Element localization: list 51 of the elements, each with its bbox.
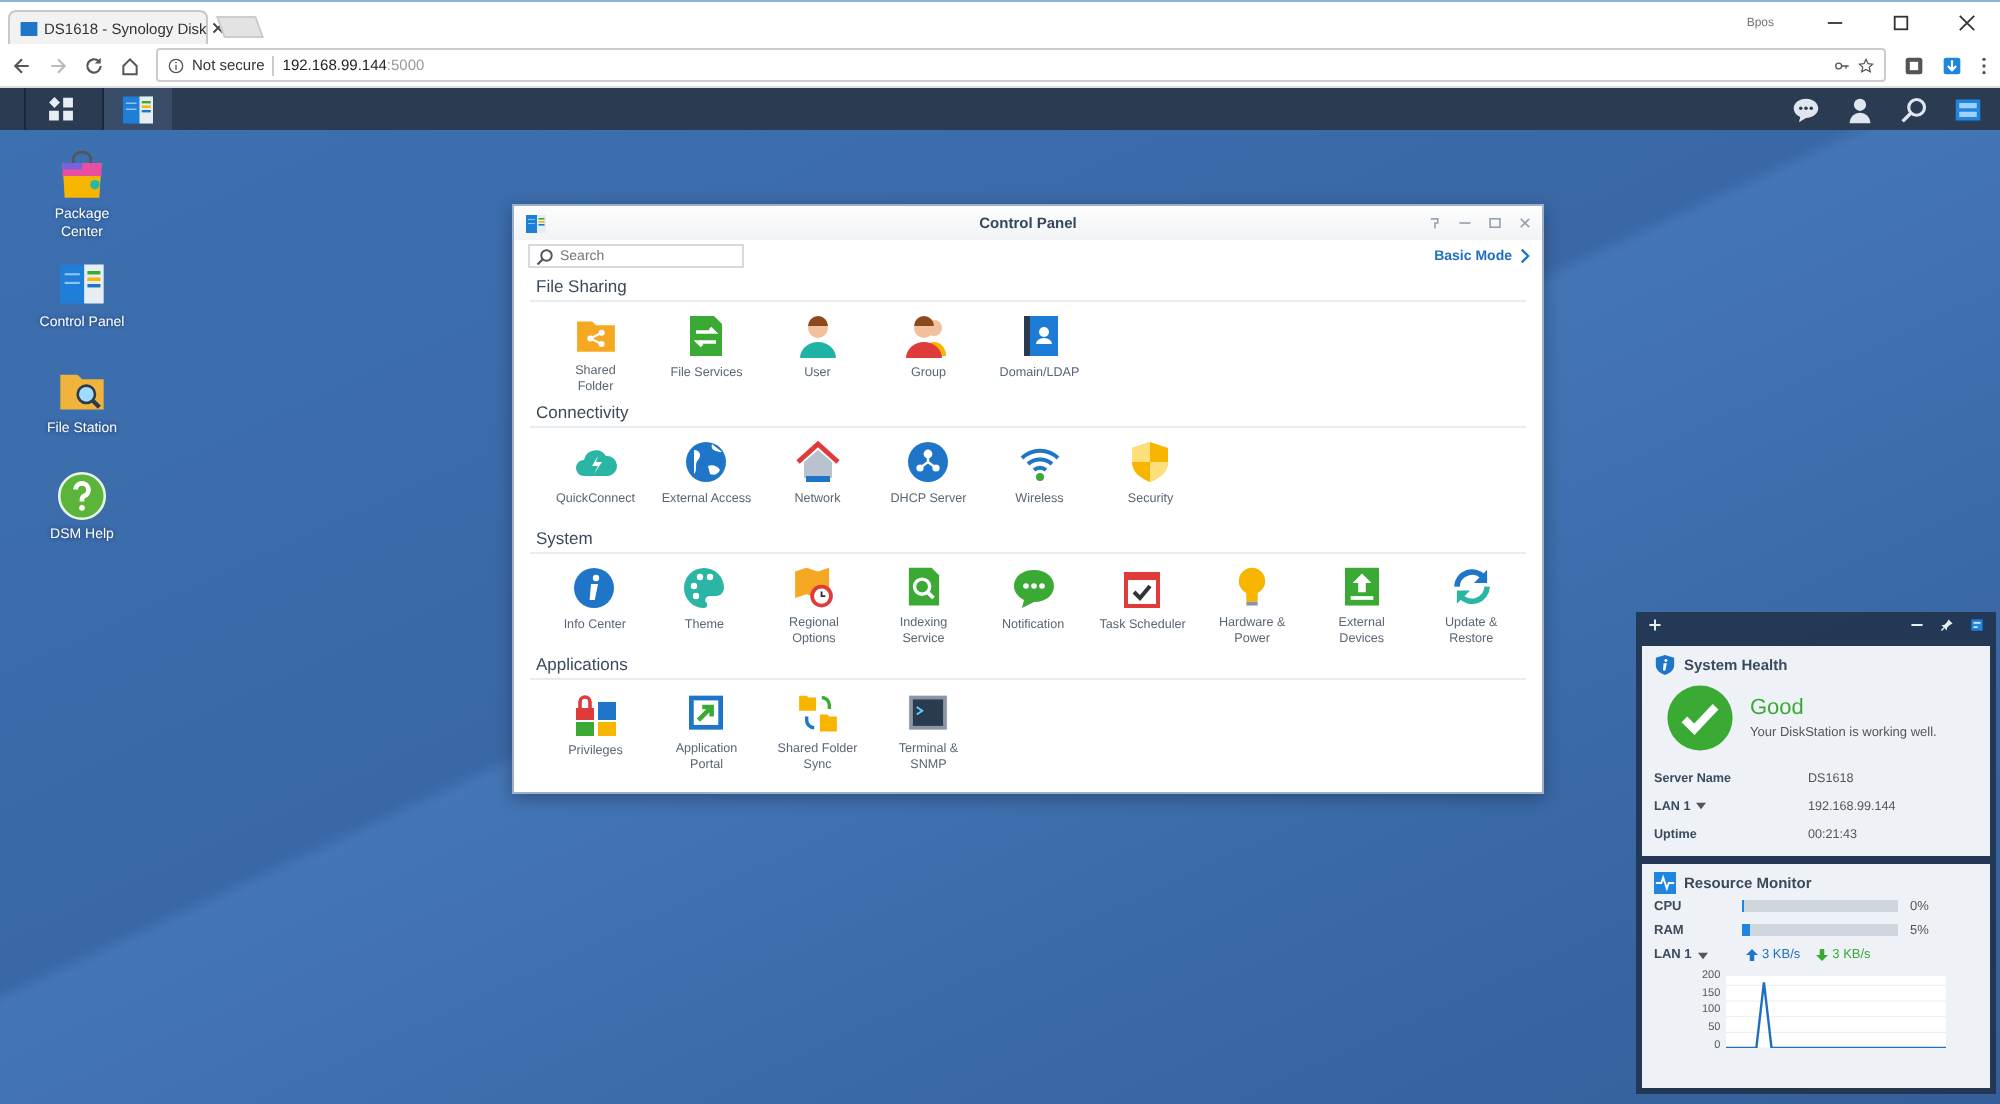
- info-icon: [570, 564, 619, 612]
- minimize-icon[interactable]: [1910, 618, 1924, 632]
- close-icon[interactable]: [212, 22, 225, 34]
- caret-icon[interactable]: [1697, 951, 1708, 959]
- panel-icon[interactable]: [1970, 618, 1984, 632]
- back-icon[interactable]: [12, 55, 32, 75]
- user-icon[interactable]: [1846, 95, 1874, 123]
- globe-icon: [682, 438, 731, 486]
- widgets-icon[interactable]: [1954, 95, 1982, 123]
- health-status: Good: [1750, 696, 1806, 720]
- new-tab-button[interactable]: [216, 16, 264, 38]
- chevron-icon: [1520, 248, 1530, 264]
- pin-icon[interactable]: [1940, 618, 1954, 632]
- info-icon[interactable]: [168, 57, 184, 73]
- star-icon[interactable]: [1858, 57, 1874, 73]
- section-heading: File Sharing: [530, 270, 1526, 302]
- terminal-icon: [904, 690, 953, 736]
- close-icon[interactable]: [1958, 14, 1976, 32]
- network-node-icon: [904, 438, 953, 486]
- search-icon[interactable]: [1900, 95, 1928, 123]
- extension-icon[interactable]: [1904, 55, 1924, 75]
- section-heading: System: [530, 522, 1526, 554]
- house-icon: [793, 438, 842, 486]
- key-icon[interactable]: [1834, 57, 1850, 73]
- search-icon: [536, 247, 554, 265]
- site-icon: [20, 21, 38, 35]
- menu-icon[interactable]: [1980, 55, 1988, 75]
- reload-icon[interactable]: [84, 55, 104, 75]
- home-icon[interactable]: [120, 55, 140, 75]
- help-icon: [56, 469, 108, 521]
- download-icon[interactable]: [1942, 55, 1962, 75]
- maximize-icon[interactable]: [1892, 14, 1910, 32]
- folder-sync-icon: [793, 690, 842, 736]
- map-clock-icon: [789, 564, 838, 610]
- palette-icon: [680, 564, 729, 612]
- check-circle-icon: [1666, 684, 1734, 752]
- info-icon: [1654, 654, 1676, 676]
- control-panel-icon: [120, 91, 156, 127]
- up-arrow-icon: [1746, 948, 1758, 962]
- chat-bubble-icon[interactable]: [1792, 95, 1820, 123]
- grid-icon: [47, 96, 73, 122]
- caret-icon[interactable]: [1696, 802, 1707, 810]
- add-icon[interactable]: [1648, 618, 1662, 632]
- control-panel-taskbar-button[interactable]: [102, 88, 172, 130]
- control-panel-icon: [524, 211, 548, 235]
- chat-bubble-icon: [1009, 564, 1058, 612]
- pulse-icon: [1654, 872, 1676, 894]
- section-heading: Connectivity: [530, 396, 1526, 428]
- section-heading: Applications: [530, 648, 1526, 680]
- lock-grid-icon: [571, 690, 620, 738]
- down-arrow-icon: [1816, 948, 1829, 962]
